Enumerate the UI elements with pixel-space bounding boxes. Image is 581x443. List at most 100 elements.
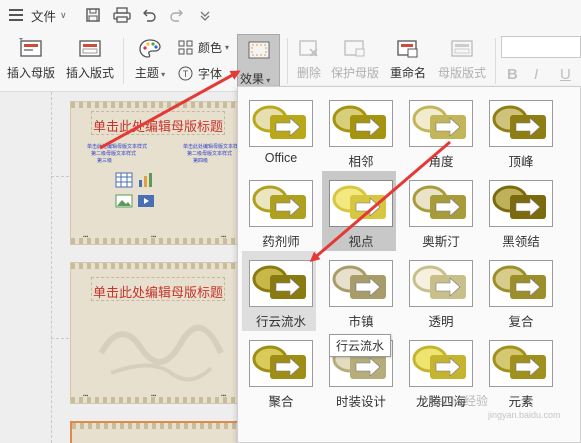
menu-bar: 文件 ∨	[0, 0, 581, 30]
master-layout-icon	[450, 38, 474, 60]
theme-label: 主题 ▾	[134, 66, 166, 80]
effect-preview	[249, 340, 313, 387]
watermark: jingyan.baidu.com	[488, 410, 561, 420]
customize-toolbar-icon[interactable]	[197, 7, 213, 23]
effect-tile[interactable]: 行云流水	[242, 251, 316, 331]
effect-preview	[249, 180, 313, 227]
font-name-input[interactable]	[501, 36, 581, 58]
effect-preview	[329, 100, 393, 147]
body-text-level1: 单击此处编辑母版文本样式	[183, 144, 244, 150]
slide-layout-thumbnail-selected[interactable]	[70, 421, 246, 443]
tree-connector	[51, 176, 69, 177]
effect-tile[interactable]: Office	[242, 91, 316, 171]
insert-layout-label: 插入版式	[65, 66, 114, 80]
protect-master-label: 保护母版	[330, 66, 379, 80]
font-circle-t-icon: T	[178, 66, 193, 81]
insert-layout-icon	[78, 38, 102, 60]
effect-tile[interactable]: 黑领结	[482, 171, 556, 251]
effect-tile[interactable]: 视点	[322, 171, 396, 251]
picture-icon	[115, 194, 133, 211]
effect-tile-label: 视点	[348, 235, 374, 249]
font-button[interactable]: T 字体	[178, 65, 222, 82]
effect-tile[interactable]: 复合	[482, 251, 556, 331]
background-calligraphy	[91, 313, 231, 383]
body-text-level4: 第四级	[193, 158, 209, 164]
protect-master-button[interactable]: 保护母版	[329, 38, 381, 81]
body-text-level3: 第三级	[97, 158, 113, 164]
effect-tile-label: 复合	[508, 315, 534, 329]
rename-label: 重命名	[389, 66, 426, 80]
effect-tile-label: 顶峰	[508, 155, 534, 169]
effects-gallery-panel: Office 相邻 角度 顶峰 药剂师 视点 奥斯汀 黑领结 行云流水 市镇 透明 复合 聚合 时装设计龙…	[237, 86, 581, 443]
slide-layout-thumbnail[interactable]: 单击此处编辑母版标题 ▪▪▪ ▪▪▪ ▪▪▪	[70, 262, 246, 404]
delete-button[interactable]: 删除	[292, 38, 326, 81]
video-icon	[137, 194, 155, 211]
ribbon-toolbar: 插入母版 插入版式 主题 ▾ 颜色 ▾ T 字体 效果 ▾ 删除 保护母版 重命…	[0, 30, 581, 92]
effect-preview	[249, 260, 313, 307]
effect-preview	[489, 340, 553, 387]
ribbon-divider	[287, 38, 288, 84]
effect-tile-label: 奥斯汀	[422, 235, 460, 249]
body-text-level2: 第二级母版文本样式	[187, 151, 233, 157]
tree-connector	[51, 338, 69, 339]
effect-tile-label: 黑领结	[502, 235, 540, 249]
insert-master-button[interactable]: 插入母版	[5, 36, 57, 81]
effects-button[interactable]: 效果 ▾	[237, 34, 280, 88]
effect-tile[interactable]: 透明	[402, 251, 476, 331]
save-icon[interactable]	[85, 7, 101, 23]
effect-tile[interactable]: 聚合	[242, 331, 316, 411]
tree-connector	[51, 92, 52, 443]
svg-text:T: T	[183, 69, 189, 79]
effects-icon	[247, 40, 271, 60]
effect-tile[interactable]: 市镇	[322, 251, 396, 331]
footer-placeholder: ▪▪▪	[221, 393, 227, 399]
color-button[interactable]: 颜色 ▾	[178, 39, 229, 56]
effect-tile[interactable]: 元素	[482, 331, 556, 411]
effect-tile-label: 聚合	[268, 395, 294, 409]
redo-icon[interactable]	[169, 7, 185, 23]
effect-preview	[409, 100, 473, 147]
effect-tile[interactable]: 相邻	[322, 91, 396, 171]
file-menu[interactable]: 文件	[31, 6, 56, 25]
tooltip: 行云流水	[329, 334, 392, 357]
footer-placeholder: ▪▪▪	[83, 393, 89, 399]
ribbon-divider	[123, 38, 124, 84]
effect-tile-label: Office	[264, 151, 298, 165]
master-layout-label: 母版版式	[437, 66, 486, 80]
underline-button[interactable]: U	[560, 66, 571, 83]
effect-preview	[409, 260, 473, 307]
insert-layout-button[interactable]: 插入版式	[64, 38, 116, 81]
effect-tile[interactable]: 顶峰	[482, 91, 556, 171]
effect-tile-label: 时装设计	[335, 395, 386, 409]
master-layout-button[interactable]: 母版版式	[435, 38, 489, 81]
footer-placeholder: ▪▪▪	[151, 234, 157, 240]
protect-master-icon	[343, 38, 367, 60]
effect-preview	[329, 260, 393, 307]
hamburger-menu-icon[interactable]	[9, 9, 23, 21]
bold-button[interactable]: B	[507, 66, 518, 83]
effect-tile-label: 透明	[428, 315, 454, 329]
print-icon[interactable]	[112, 7, 131, 23]
rename-button[interactable]: 重命名	[386, 38, 430, 81]
master-title-text: 单击此处编辑母版标题	[92, 119, 223, 134]
font-label: 字体	[198, 67, 223, 81]
effect-tile-label: 元素	[508, 395, 534, 409]
ribbon-divider	[495, 38, 496, 84]
effect-tile[interactable]: 奥斯汀	[402, 171, 476, 251]
insert-master-label: 插入母版	[6, 66, 55, 80]
body-text-level1: 单击此处编辑母版文本样式	[87, 144, 148, 150]
effect-tile[interactable]: 角度	[402, 91, 476, 171]
effect-tile[interactable]: 药剂师	[242, 171, 316, 251]
effect-preview	[489, 180, 553, 227]
effect-tile-label: 药剂师	[262, 235, 300, 249]
slide-master-thumbnail[interactable]: 单击此处编辑母版标题 单击此处编辑母版文本样式 第二级母版文本样式 第三级 单击…	[70, 101, 246, 245]
undo-icon[interactable]	[141, 7, 157, 23]
effect-preview	[409, 340, 473, 387]
effect-preview	[409, 180, 473, 227]
effect-tile-label: 角度	[428, 155, 454, 169]
theme-button[interactable]: 主题 ▾	[130, 38, 170, 81]
chart-icon	[137, 172, 155, 191]
chevron-down-icon[interactable]: ∨	[60, 10, 67, 21]
effects-label: 效果 ▾	[240, 72, 271, 86]
italic-button[interactable]: I	[534, 66, 538, 83]
